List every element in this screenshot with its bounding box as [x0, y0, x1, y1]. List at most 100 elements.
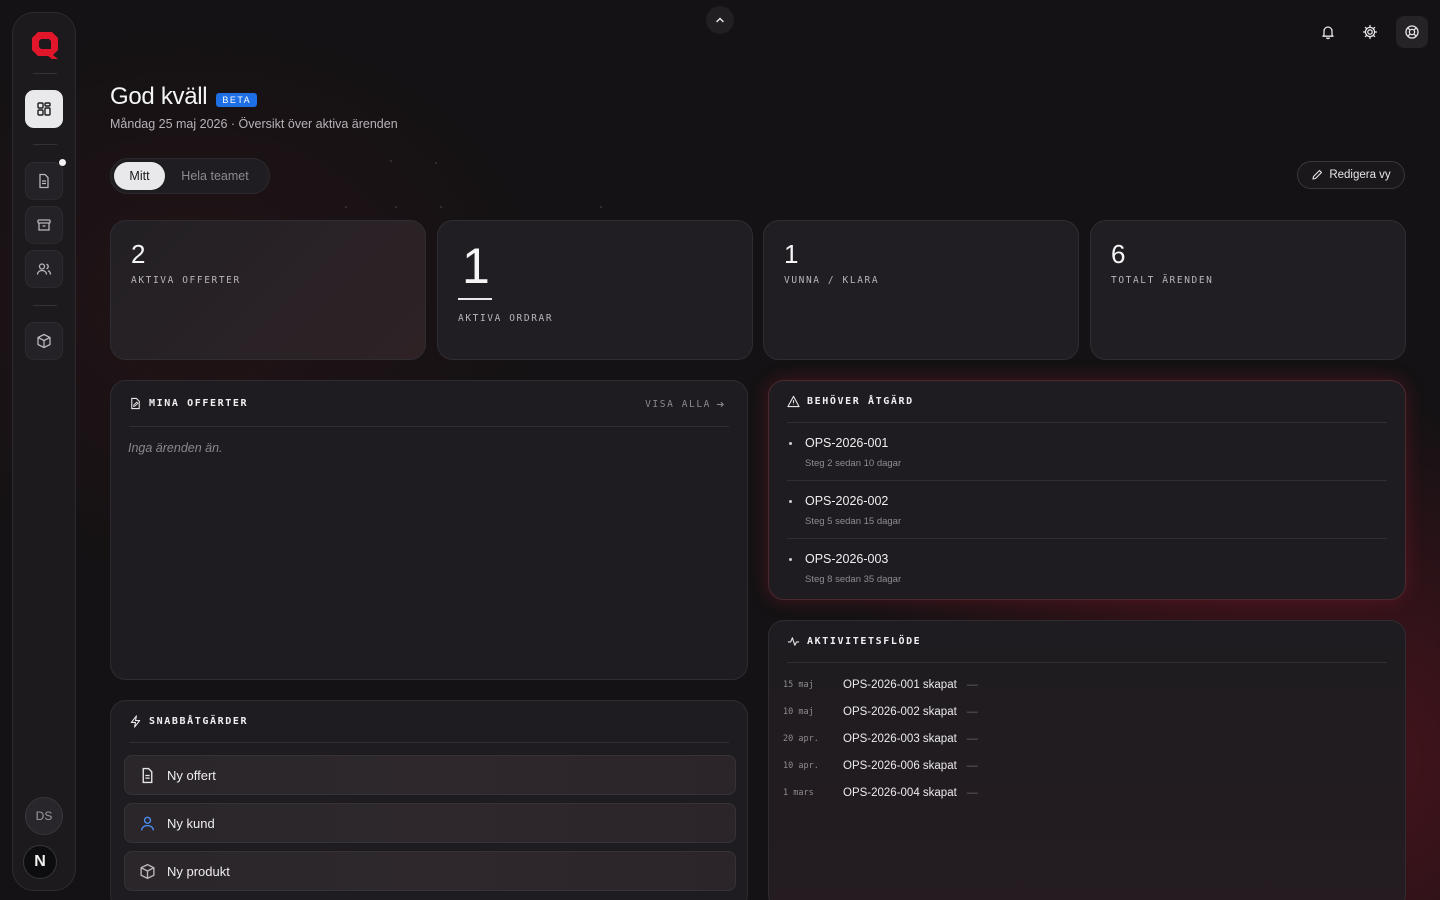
action-label: Ny offert — [167, 767, 216, 783]
secondary-avatar[interactable]: N — [23, 845, 57, 879]
panel-header: AKTIVITETSFLÖDE — [787, 635, 1387, 648]
new-offer-button[interactable]: Ny offert — [124, 755, 736, 795]
feed-date: 15 maj — [783, 680, 814, 690]
list-item[interactable]: OPS-2026-002 Steg 5 sedan 15 dagar — [787, 481, 1387, 539]
view-all-link[interactable]: VISA ALLA — [645, 399, 725, 410]
stat-value: 1 — [462, 238, 490, 294]
beta-badge: BETA — [216, 93, 258, 107]
scope-option-team[interactable]: Hela teamet — [165, 162, 265, 190]
edit-view-button[interactable]: Redigera vy — [1297, 161, 1405, 189]
case-id: OPS-2026-002 — [805, 494, 889, 508]
panel-header: BEHÖVER ÅTGÄRD — [787, 395, 1387, 408]
document-edit-icon — [131, 397, 140, 410]
feed-date: 1 mars — [783, 788, 814, 798]
panel-header: MINA OFFERTER — [129, 397, 729, 410]
stat-card-active-orders[interactable]: 1 AKTIVA ORDRAR — [437, 220, 753, 360]
feed-meta: — — [966, 787, 978, 799]
notifications-button[interactable] — [1312, 16, 1344, 48]
stat-card-active-offers[interactable]: 2 AKTIVA OFFERTER — [110, 220, 426, 360]
feed-row[interactable]: 15 maj OPS-2026-001 skapat — — [783, 675, 978, 695]
stat-card-total-cases[interactable]: 6 TOTALT ÄRENDEN — [1090, 220, 1406, 360]
sidebar-item-documents[interactable] — [25, 159, 66, 200]
activity-icon — [787, 637, 800, 646]
feed-meta: — — [966, 760, 978, 772]
users-icon — [36, 263, 52, 275]
user-avatar[interactable]: DS — [25, 797, 63, 835]
collapse-button[interactable] — [706, 6, 734, 34]
stat-highlight-underline — [458, 298, 492, 300]
sidebar-item-products[interactable] — [25, 322, 63, 360]
quick-actions-panel: SNABBÅTGÄRDER Ny offert Ny kund Ny produ… — [110, 700, 748, 900]
feed-date: 20 apr. — [783, 734, 819, 744]
greeting: God kväll — [110, 83, 208, 110]
stat-card-won[interactable]: 1 VUNNA / KLARA — [763, 220, 1079, 360]
feed-date: 10 maj — [783, 707, 814, 717]
stat-label: TOTALT ÄRENDEN — [1111, 275, 1214, 286]
feed-row[interactable]: 1 mars OPS-2026-004 skapat — — [783, 783, 978, 803]
case-detail: Steg 5 sedan 15 dagar — [805, 516, 902, 527]
feed-event: OPS-2026-001 skapat — [843, 679, 957, 691]
list-item[interactable]: OPS-2026-001 Steg 2 sedan 10 dagar — [787, 423, 1387, 481]
stat-label: AKTIVA ORDRAR — [458, 313, 554, 324]
box-icon — [37, 333, 51, 349]
help-button[interactable] — [1396, 16, 1428, 48]
warning-icon — [787, 395, 800, 408]
settings-button[interactable] — [1354, 16, 1386, 48]
stat-value: 1 — [784, 239, 799, 269]
bullet — [789, 500, 792, 503]
panel-divider — [787, 662, 1387, 663]
panel-divider — [129, 426, 729, 427]
sidebar-divider — [33, 144, 57, 145]
feed-date: 10 apr. — [783, 761, 819, 771]
case-detail: Steg 8 sedan 35 dagar — [805, 574, 902, 585]
feed-meta: — — [966, 706, 978, 718]
case-id: OPS-2026-001 — [805, 436, 889, 450]
case-detail: Steg 2 sedan 10 dagar — [805, 458, 902, 469]
edit-view-label: Redigera vy — [1329, 169, 1391, 181]
my-offers-panel: MINA OFFERTER VISA ALLA Inga ärenden än. — [110, 380, 748, 680]
scope-option-mine[interactable]: Mitt — [114, 162, 165, 190]
action-label: Ny kund — [167, 815, 215, 831]
stat-label: AKTIVA OFFERTER — [131, 275, 241, 286]
archive-icon — [37, 219, 51, 231]
list-item[interactable]: OPS-2026-003 Steg 8 sedan 35 dagar — [787, 539, 1387, 597]
panel-title: BEHÖVER ÅTGÄRD — [807, 396, 914, 407]
lifebuoy-icon — [1405, 25, 1419, 39]
document-icon — [142, 767, 153, 783]
sidebar-item-archive[interactable] — [25, 206, 63, 244]
new-customer-button[interactable]: Ny kund — [124, 803, 736, 843]
stat-label: VUNNA / KLARA — [784, 275, 880, 286]
bullet — [789, 442, 792, 445]
lightning-icon — [130, 715, 141, 728]
bell-icon — [1322, 26, 1334, 40]
dashboard-icon — [37, 102, 51, 116]
sidebar-divider — [33, 305, 57, 306]
pencil-icon — [1312, 169, 1323, 180]
stat-value: 2 — [131, 239, 146, 269]
page-subtitle: Måndag 25 maj 2026 · Översikt över aktiv… — [110, 117, 398, 131]
feed-event: OPS-2026-004 skapat — [843, 787, 957, 799]
user-icon — [140, 816, 155, 830]
feed-row[interactable]: 10 apr. OPS-2026-006 skapat — — [783, 756, 978, 776]
brand-logo-icon[interactable] — [29, 29, 61, 61]
panel-title: SNABBÅTGÄRDER — [149, 716, 249, 727]
case-id: OPS-2026-003 — [805, 552, 889, 566]
action-label: Ny produkt — [167, 863, 230, 879]
chevron-up-icon — [716, 17, 724, 23]
gear-icon — [1362, 24, 1378, 40]
feed-row[interactable]: 10 maj OPS-2026-002 skapat — — [783, 702, 978, 722]
stat-value: 6 — [1111, 239, 1126, 269]
panel-header: SNABBÅTGÄRDER — [129, 715, 729, 728]
sidebar: DS N — [12, 12, 76, 891]
page-title: God kväll BETA — [110, 83, 258, 111]
new-product-button[interactable]: Ny produkt — [124, 851, 736, 891]
feed-row[interactable]: 20 apr. OPS-2026-003 skapat — — [783, 729, 978, 749]
box-icon — [140, 863, 155, 879]
sidebar-item-customers[interactable] — [25, 250, 63, 288]
panel-title: AKTIVITETSFLÖDE — [807, 636, 922, 647]
feed-meta: — — [966, 733, 978, 745]
sidebar-item-dashboard[interactable] — [25, 90, 63, 128]
needs-action-panel: BEHÖVER ÅTGÄRD OPS-2026-001 Steg 2 sedan… — [768, 380, 1406, 600]
notification-dot — [59, 159, 66, 166]
feed-meta: — — [966, 679, 978, 691]
